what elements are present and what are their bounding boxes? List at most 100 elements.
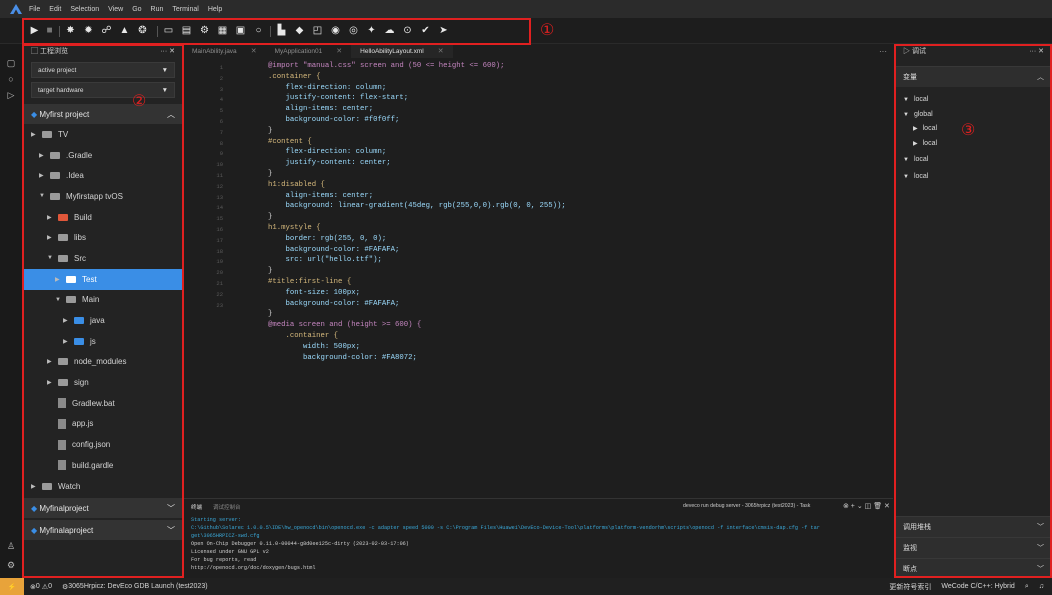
notification-icon[interactable]: ♫ [1039,583,1044,590]
terminal-line: For bug reports, read [191,557,257,563]
menu-selection[interactable]: Selection [70,6,99,13]
terminal-line: Open On-Chip Debugger 0.11.0-00044-g8d0e… [191,541,409,547]
remote-icon[interactable]: ⚡ [0,578,24,595]
menu-run[interactable]: Run [151,6,164,13]
terminal-line: get\3065HRPICZ-swd.cfg [191,533,260,539]
callout-three: ③ [961,122,976,139]
debug-console-tab[interactable]: 调试控制台 [213,503,241,511]
terminal-tab[interactable]: 终端 [191,503,202,511]
code-line: width: 500px; [268,342,360,351]
callout-one: ① [540,22,555,39]
code-line: flex-direction: column; [268,148,387,157]
code-line: background-color: #FAFAFA; [268,299,400,308]
code-line: } [268,170,273,178]
code-line: background-color: #FAFAFA; [268,245,400,254]
settings-gear-icon[interactable]: ⚙ [5,560,17,572]
close-icon[interactable]: ✕ [336,47,342,55]
line-number: 6 [219,118,223,125]
code-line: flex-direction: column; [268,83,387,92]
code-line: background-color: #FA8072; [268,353,417,362]
terminal-panel: 终端 调试控制台 deveco run debug server - 3065h… [183,498,893,578]
terminal-line: C:\Github\Solarec 1.0.0.5\IDE\hw_openocd… [191,525,820,531]
line-number: 11 [216,172,223,179]
code-line: justify-content: center; [268,159,391,168]
close-icon[interactable]: ✕ [251,47,257,55]
code-line: background: linear-gradient(45deg, rgb(2… [268,202,566,211]
menu-go[interactable]: Go [132,6,141,13]
line-number: 19 [216,258,223,266]
app-logo-icon [10,4,22,14]
debug-launch[interactable]: 3065Hrpicz: DevEco GDB Launch (test2023) [68,583,207,590]
code-line: @import "manual.css" screen and (50 <= h… [268,62,505,70]
terminal-line: Licensed under GNU GPL v2 [191,549,269,555]
tab-mainability[interactable]: MainAbility.java ✕ [183,44,266,58]
line-number: 5 [219,107,223,115]
terminal-line: Starting server: [191,517,241,523]
index-status[interactable]: 更新符号索引 [889,582,931,592]
error-count: 0 [35,583,40,590]
code-line: @media screen and (height >= 600) { [268,321,422,330]
callout-two: ② [132,93,147,110]
code-line: .container { [268,332,339,340]
menu-help[interactable]: Help [208,6,222,13]
code-line: h1.mystyle { [268,224,321,232]
code-line: font-size: 100px; [268,288,360,297]
menu-view[interactable]: View [108,6,123,13]
code-line: justify-content: flex-start; [268,94,409,103]
code-line: border: rgb(255, 0, 0); [268,234,387,243]
editor-tabs: MainAbility.java ✕ MyApplication01 ✕ Hello… [183,44,893,58]
callout-box-explorer [22,44,184,578]
code-editor[interactable]: 1 @import "manual.css" screen and (50 <= … [183,58,893,490]
code-line: background-color: #f0f0ff; [268,116,400,124]
code-line: #title:first-line { [268,278,352,286]
terminal-actions-icon[interactable]: ⊗ + ⌄ ◫ 🗑 ✕ [843,502,890,510]
code-line: } [268,267,273,276]
tab-helloabilitylayout[interactable]: HelloAbilityLayout.xml ✕ [351,44,453,58]
line-number: 14 [216,204,223,212]
status-bar: ⚡ ⊗ 0 ⚠ 0 ⚙ 3065Hrpicz: DevEco GDB Launc… [0,578,1052,595]
callout-box-toolbar [22,18,531,45]
line-number: 8 [219,139,223,147]
line-number: 7 [219,128,223,136]
code-line: } [268,310,273,319]
menu-edit[interactable]: Edit [49,6,61,13]
line-number: 16 [216,226,223,233]
line-number: 10 [216,161,223,169]
line-number: 15 [216,215,223,223]
code-line: align-items: center; [268,105,374,114]
run-debug-icon[interactable]: ▷ [5,90,17,102]
line-number: 13 [216,193,223,201]
code-line: } [268,213,273,222]
feedback-icon[interactable]: ⌕ [1025,583,1029,591]
code-line: } [268,126,273,135]
terminal-line: http://openocd.org/doc/doxygen/bugs.html [191,565,316,571]
code-line: h1:disabled { [268,180,325,189]
tab-myapplication[interactable]: MyApplication01 ✕ [266,44,352,58]
code-line: align-items: center; [268,191,374,200]
warning-count: 0 [48,583,52,590]
line-number: 2 [219,74,223,82]
line-number: 1 [219,64,223,71]
menu-file[interactable]: File [29,6,40,13]
line-number: 4 [219,96,223,104]
task-label[interactable]: deveco run debug server - 3065hrpicz (te… [683,503,810,509]
line-number: 23 [216,301,223,309]
line-number: 22 [216,290,223,298]
line-number: 18 [216,247,223,255]
line-number: 12 [216,182,223,190]
activity-bar: ▢ ○ ▷ ♙ ⚙ [0,44,22,578]
code-line: .container { [268,72,321,81]
line-number: 17 [216,236,223,244]
close-icon[interactable]: ✕ [438,47,444,55]
explorer-icon[interactable]: ▢ [5,58,17,70]
search-icon[interactable]: ○ [5,74,17,86]
line-number: 9 [219,150,223,158]
line-number: 20 [216,269,223,277]
more-actions-icon[interactable]: ··· [879,47,887,56]
account-icon[interactable]: ♙ [5,541,17,553]
line-number: 3 [219,85,223,93]
code-line: #content { [268,137,312,146]
language-mode[interactable]: WeCode C/C++: Hybrid [941,583,1014,590]
code-line: src: url("hello.ttf"); [268,256,382,265]
menu-terminal[interactable]: Terminal [172,6,198,13]
